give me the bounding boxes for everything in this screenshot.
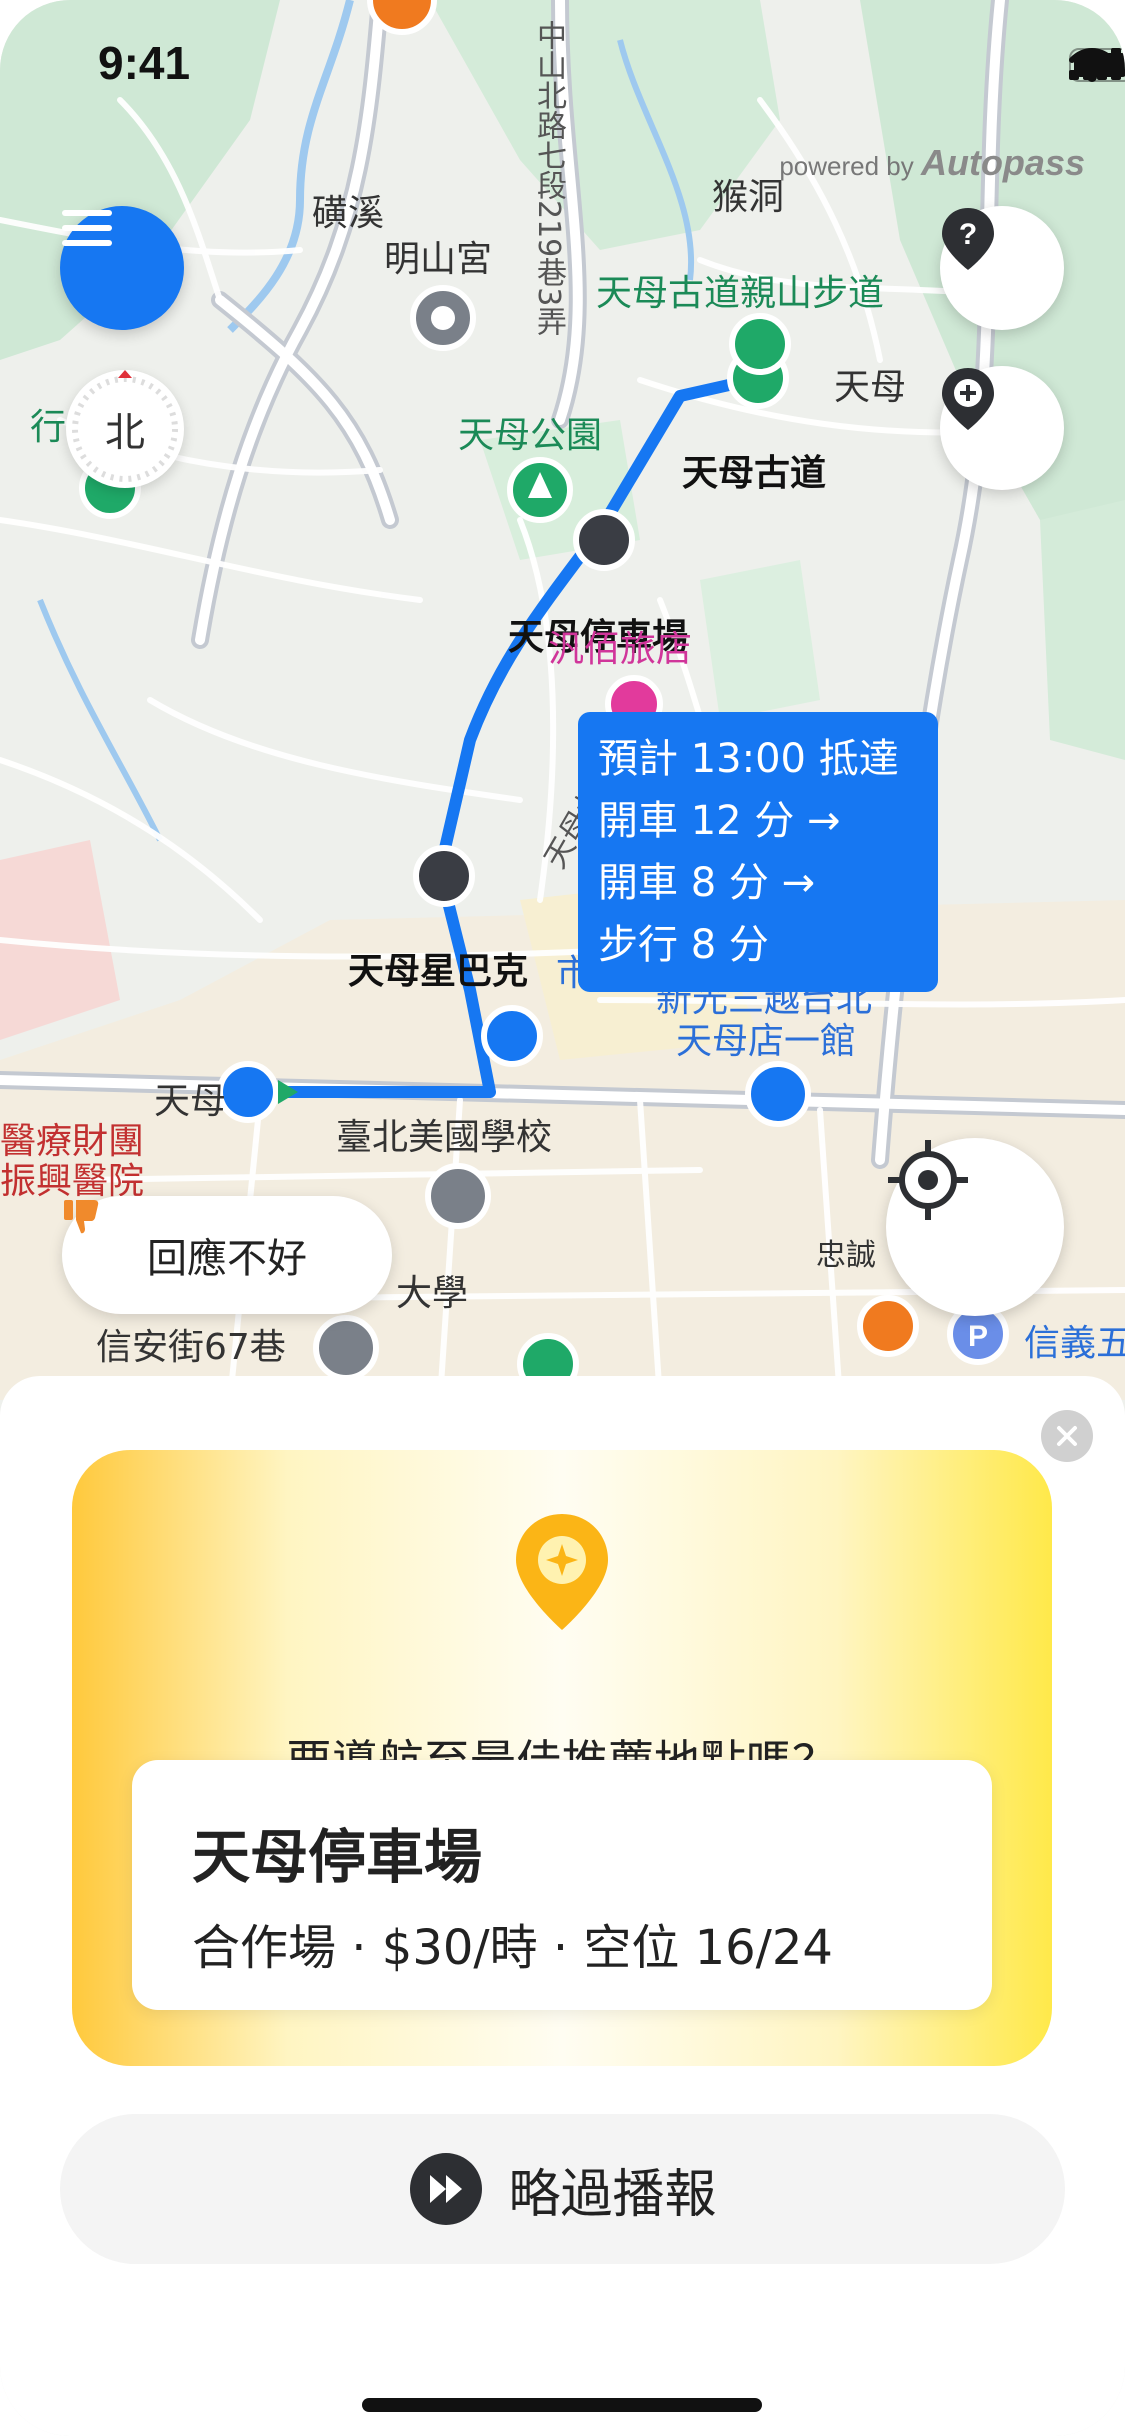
skip-announcement-button[interactable]: 略過播報 xyxy=(60,2114,1065,2264)
hamburger-icon xyxy=(62,210,112,246)
map-label-park-left: 行 xyxy=(30,407,67,448)
bad-response-label: 回應不好 xyxy=(147,1236,307,1282)
crosshair-icon xyxy=(888,1140,968,1220)
close-button[interactable] xyxy=(1041,1410,1093,1462)
compass-button[interactable]: 北 xyxy=(66,370,184,488)
status-time: 9:41 xyxy=(98,37,191,89)
map-label-starbucks: 天母星巴克 xyxy=(348,951,529,992)
fast-forward-icon xyxy=(410,2153,483,2225)
place-name: 天母停車場 xyxy=(192,1823,483,1891)
map-label-shinkong-2: 天母店一館 xyxy=(676,1021,857,1062)
map-label-tianmu-area: 天母 xyxy=(834,367,907,408)
map-label-cixi: 磺溪 xyxy=(312,193,385,234)
map-label-xinyi: 信義五 xyxy=(1024,1323,1125,1364)
help-button[interactable]: ? xyxy=(940,206,1064,330)
map-label-houdong: 猴洞 xyxy=(712,177,785,218)
map-label-zhongcheng: 忠誠 xyxy=(816,1238,876,1273)
map-label-destination: 天母古道 xyxy=(682,453,827,494)
menu-button[interactable] xyxy=(60,206,184,330)
status-bar: 9:41 xyxy=(0,0,1125,140)
thumbs-down-icon xyxy=(64,1200,99,1234)
attribution-prefix: powered by xyxy=(779,151,914,181)
bottom-sheet: 要導航至最佳推薦地點嗎？ 天母停車場 合作場 · $30/時 · 空位 16/2… xyxy=(0,1376,1125,2436)
map-label-university: 大學 xyxy=(396,1273,469,1314)
eta-walk: 步行 8 分 xyxy=(598,922,769,968)
svg-text:?: ? xyxy=(959,218,977,251)
place-detail: 合作場 · $30/時 · 空位 16/24 xyxy=(192,1920,833,1976)
bad-response-button[interactable]: 回應不好 xyxy=(62,1196,392,1314)
map-label-mingshan-temple: 明山宮 xyxy=(384,239,493,280)
eta-drive-1: 開車 12 分 → xyxy=(598,798,841,844)
recenter-button[interactable] xyxy=(886,1138,1064,1316)
eta-callout: 預計 13:00 抵達 開車 12 分 → 開車 8 分 → 步行 8 分 xyxy=(578,712,938,992)
svg-text:P: P xyxy=(968,1320,988,1353)
recommendation-card: 要導航至最佳推薦地點嗎？ 天母停車場 合作場 · $30/時 · 空位 16/2… xyxy=(72,1450,1052,2066)
map-label-tianmu-trail: 天母古道親山步道 xyxy=(596,273,885,314)
map-attribution: powered by Autopass xyxy=(779,142,1085,184)
map-label-origin: 天母 xyxy=(154,1081,227,1122)
skip-announcement-label: 略過播報 xyxy=(508,2164,717,2225)
eta-arrival: 預計 13:00 抵達 xyxy=(598,736,899,782)
map-label-hotel: 汎佰旅店 xyxy=(548,629,693,670)
map-label-xinan-lane: 信安街67巷 xyxy=(96,1327,286,1368)
add-place-button[interactable] xyxy=(940,366,1064,490)
battery-icon xyxy=(1069,48,1125,82)
home-indicator[interactable] xyxy=(362,2398,762,2412)
add-pin-icon xyxy=(942,368,994,430)
map-label-american-school: 臺北美國學校 xyxy=(336,1117,553,1158)
attribution-brand: Autopass xyxy=(920,142,1085,183)
eta-drive-2: 開車 8 分 → xyxy=(598,860,816,906)
sparkle-pin-icon xyxy=(516,1514,608,1630)
help-pin-icon: ? xyxy=(942,208,994,270)
close-icon xyxy=(1057,1426,1077,1446)
recommended-place[interactable]: 天母停車場 合作場 · $30/時 · 空位 16/24 xyxy=(132,1760,992,2010)
map-label-tianmu-park: 天母公園 xyxy=(458,415,603,456)
phone-screen: P 中山北路七段219巷3弄 磺溪 猴洞 明山宮 天母古道親山步道 天母 天母公… xyxy=(0,0,1125,2436)
map-view[interactable]: P 中山北路七段219巷3弄 磺溪 猴洞 明山宮 天母古道親山步道 天母 天母公… xyxy=(0,0,1125,1400)
compass-label: 北 xyxy=(105,410,145,456)
